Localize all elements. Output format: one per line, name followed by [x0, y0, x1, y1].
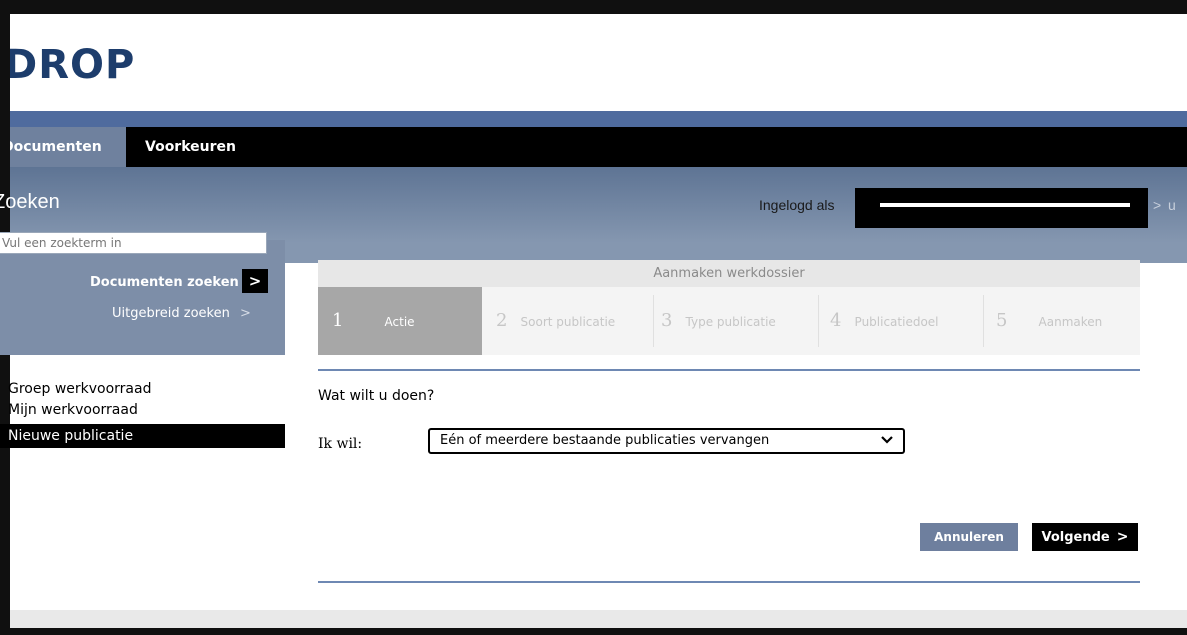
wizard-step-2: 2 Soort publicatie [496, 287, 615, 355]
action-select-value: Eén of meerdere bestaande publicaties ve… [440, 433, 770, 448]
advanced-search-label: Uitgebreid zoeken [112, 306, 230, 321]
redaction-line [880, 203, 1130, 207]
search-section-title: Zoeken [0, 191, 60, 213]
search-panel [0, 240, 285, 355]
step-number: 2 [496, 310, 508, 331]
action-select[interactable]: Eén of meerdere bestaande publicaties ve… [428, 428, 905, 454]
logout-chevron-icon[interactable]: > [1153, 197, 1161, 213]
logged-in-label: Ingelogd als [759, 197, 835, 213]
wizard-title: Aanmaken werkdossier [318, 260, 1140, 287]
search-documents-button[interactable]: Documenten zoeken [90, 275, 239, 290]
tab-voorkeuren[interactable]: Voorkeuren [145, 127, 236, 167]
wizard-step-1: 1 Actie [318, 287, 482, 355]
wizard-steps: 1 Actie 2 Soort publicatie 3 Type public… [318, 287, 1140, 355]
step-number: 1 [332, 310, 344, 331]
wizard-step-3: 3 Type publicatie [661, 287, 776, 355]
step-label: Actie [384, 315, 415, 329]
step-number: 3 [661, 310, 673, 331]
cancel-button[interactable]: Annuleren [920, 523, 1018, 551]
chevron-right-icon: > [240, 306, 251, 321]
step-label: Type publicatie [685, 315, 776, 329]
main-navbar: Documenten Voorkeuren [10, 127, 1187, 167]
bottom-divider [318, 581, 1140, 583]
step-label: Aanmaken [1038, 315, 1103, 329]
step-divider [653, 295, 654, 347]
logout-link-fragment[interactable]: u [1168, 197, 1176, 213]
next-button[interactable]: Volgende > [1032, 523, 1138, 551]
redacted-username [855, 188, 1148, 228]
step-number: 4 [830, 310, 842, 331]
next-button-label: Volgende [1041, 530, 1110, 545]
step-divider [983, 295, 984, 347]
step-label: Soort publicatie [520, 315, 616, 329]
sidebar-item-groep-werkvoorraad[interactable]: Groep werkvoorraad [0, 378, 285, 400]
top-divider [318, 369, 1140, 371]
search-arrow-icon[interactable]: > [242, 269, 268, 293]
advanced-search-link[interactable]: Uitgebreid zoeken > [112, 306, 251, 321]
sidebar-nav: Groep werkvoorraad Mijn werkvoorraad Nie… [0, 378, 285, 448]
wizard-step-5: 5 Aanmaken [996, 287, 1102, 355]
action-field-label: Ik wil: [318, 436, 363, 452]
step-label: Publicatiedoel [854, 315, 939, 329]
header-stripe [10, 111, 1187, 127]
question-text: Wat wilt u doen? [318, 388, 435, 404]
chevron-right-icon: > [1116, 529, 1129, 545]
tab-documenten[interactable]: Documenten [10, 127, 126, 167]
footer-bar [10, 610, 1187, 628]
app-logo: DROP [10, 42, 136, 88]
chevron-down-icon [881, 436, 893, 444]
step-number: 5 [996, 310, 1008, 331]
sidebar-item-nieuwe-publicatie[interactable]: Nieuwe publicatie [0, 424, 285, 448]
search-input[interactable] [0, 232, 267, 254]
step-divider [818, 295, 819, 347]
wizard-step-4: 4 Publicatiedoel [830, 287, 939, 355]
sidebar-item-mijn-werkvoorraad[interactable]: Mijn werkvoorraad [0, 400, 285, 420]
